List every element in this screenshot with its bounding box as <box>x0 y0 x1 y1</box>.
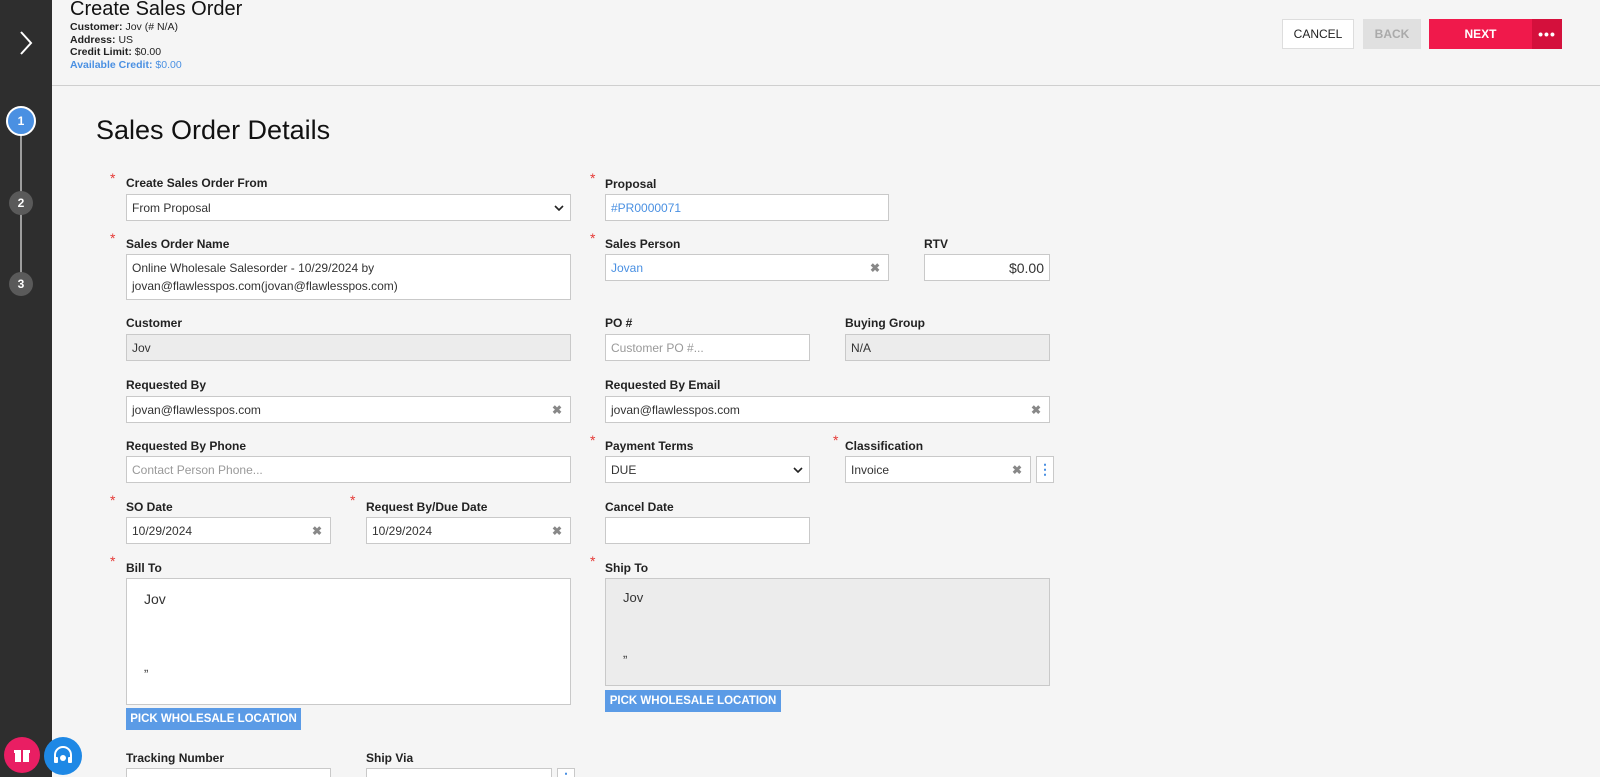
proposal-field[interactable]: #PR0000071 <box>605 194 889 221</box>
support-button[interactable] <box>44 737 82 775</box>
page-title: Create Sales Order <box>70 0 243 20</box>
back-button[interactable]: BACK <box>1363 19 1421 49</box>
requested-by-label: Requested By <box>126 378 207 392</box>
credit-limit-info: Credit Limit: $0.00 <box>70 46 162 58</box>
requested-by-email-label: Requested By Email <box>605 378 721 392</box>
sales-order-name-input[interactable]: Online Wholesale Salesorder - 10/29/2024… <box>126 254 571 300</box>
step-rail: 1 2 3 <box>0 0 52 777</box>
tracking-number-label: Tracking Number <box>126 751 225 765</box>
headset-icon <box>54 746 72 763</box>
step-2[interactable]: 2 <box>9 191 33 215</box>
request-by-date-label: Request By/Due Date <box>366 500 488 514</box>
clear-icon[interactable]: ✖ <box>1012 463 1022 477</box>
required-marker: * <box>590 170 596 186</box>
required-marker: * <box>110 553 116 569</box>
bill-to-name: Jov <box>144 591 166 607</box>
required-marker: * <box>590 432 596 448</box>
chevron-right-icon <box>20 31 33 55</box>
ship-to-name: Jov <box>623 590 644 605</box>
request-by-date-input[interactable]: 10/29/2024 ✖ <box>366 517 571 544</box>
classification-options-icon[interactable]: ⋮ <box>1036 456 1054 483</box>
required-marker: * <box>590 230 596 246</box>
gift-icon <box>14 750 30 762</box>
clear-icon[interactable]: ✖ <box>552 524 562 538</box>
tracking-number-input[interactable] <box>126 768 331 777</box>
so-date-label: SO Date <box>126 500 173 514</box>
payment-terms-label: Payment Terms <box>605 439 694 453</box>
cancel-button[interactable]: CANCEL <box>1282 19 1354 49</box>
bill-to-label: Bill To <box>126 561 162 575</box>
proposal-label: Proposal <box>605 177 657 191</box>
required-marker: * <box>590 553 596 569</box>
po-label: PO # <box>605 316 633 330</box>
available-credit-info: Available Credit: $0.00 <box>70 59 182 71</box>
required-marker: * <box>833 432 839 448</box>
required-marker: * <box>350 492 356 508</box>
more-options-button[interactable]: ••• <box>1532 19 1562 49</box>
chevron-down-icon <box>554 204 564 211</box>
bill-to-line2: „ <box>144 659 149 674</box>
cancel-date-input[interactable] <box>605 517 810 544</box>
sales-person-label: Sales Person <box>605 237 681 251</box>
clear-icon[interactable]: ✖ <box>552 403 562 417</box>
requested-by-email-input[interactable]: jovan@flawlesspos.com ✖ <box>605 396 1050 423</box>
payment-terms-select[interactable]: DUE <box>605 456 810 483</box>
next-button[interactable]: NEXT <box>1429 19 1532 49</box>
requested-by-phone-label: Requested By Phone <box>126 439 247 453</box>
rtv-field[interactable]: $0.00 <box>924 254 1050 281</box>
po-input[interactable]: Customer PO #... <box>605 334 810 361</box>
address-info: Address: US <box>70 34 134 46</box>
customer-label: Customer <box>126 316 183 330</box>
ship-to-line2: „ <box>623 645 628 660</box>
classification-label: Classification <box>845 439 924 453</box>
requested-by-input[interactable]: jovan@flawlesspos.com ✖ <box>126 396 571 423</box>
create-from-label: Create Sales Order From <box>126 176 268 190</box>
rtv-label: RTV <box>924 237 948 251</box>
cancel-date-label: Cancel Date <box>605 500 674 514</box>
ship-via-label: Ship Via <box>366 751 414 765</box>
ship-to-pick-location-button[interactable]: PICK WHOLESALE LOCATION <box>605 690 781 712</box>
bill-to-address[interactable]: Jov „ <box>126 578 571 705</box>
expand-menu-button[interactable] <box>0 0 52 86</box>
ship-to-address: Jov „ <box>605 578 1050 686</box>
buying-group-field: N/A <box>845 334 1050 361</box>
clear-icon[interactable]: ✖ <box>312 524 322 538</box>
so-date-input[interactable]: 10/29/2024 ✖ <box>126 517 331 544</box>
create-from-select[interactable]: From Proposal <box>126 194 571 221</box>
required-marker: * <box>110 230 116 246</box>
step-3[interactable]: 3 <box>9 272 33 296</box>
section-title: Sales Order Details <box>96 115 331 145</box>
requested-by-phone-input[interactable]: Contact Person Phone... <box>126 456 571 483</box>
ship-via-select[interactable] <box>366 768 552 777</box>
required-marker: * <box>110 492 116 508</box>
ship-to-label: Ship To <box>605 561 649 575</box>
sales-person-field[interactable]: Jovan ✖ <box>605 254 889 281</box>
apps-button[interactable] <box>4 737 40 773</box>
bill-to-pick-location-button[interactable]: PICK WHOLESALE LOCATION <box>126 708 301 730</box>
customer-field: Jov <box>126 334 571 361</box>
page-header: Create Sales Order Customer: Jov (# N/A)… <box>52 0 1600 86</box>
classification-field[interactable]: Invoice ✖ <box>845 456 1031 483</box>
clear-icon[interactable]: ✖ <box>1031 403 1041 417</box>
customer-info: Customer: Jov (# N/A) <box>70 21 178 33</box>
chevron-down-icon <box>793 466 803 473</box>
sales-order-name-label: Sales Order Name <box>126 237 230 251</box>
required-marker: * <box>110 170 116 186</box>
clear-icon[interactable]: ✖ <box>870 261 880 275</box>
step-1[interactable]: 1 <box>6 106 36 136</box>
buying-group-label: Buying Group <box>845 316 925 330</box>
ship-via-options-icon[interactable]: ⋮ <box>557 768 575 777</box>
